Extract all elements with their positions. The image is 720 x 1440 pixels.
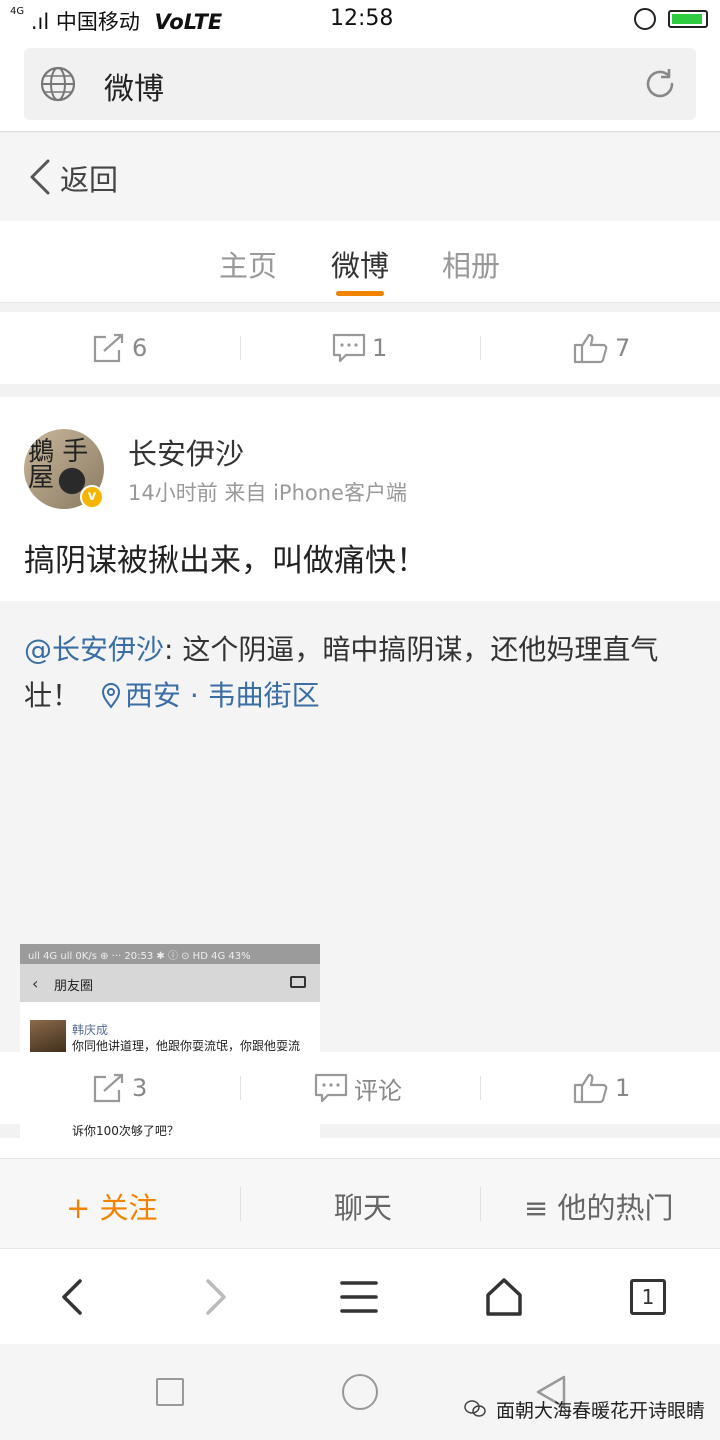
comment-button[interactable]: 评论 (314, 1052, 402, 1124)
carrier-info: 4G .ıl 中国移动 VoLTE (10, 6, 222, 36)
repost-icon (93, 1073, 124, 1103)
profile-tabs: 主页 微博 相册 (0, 221, 720, 303)
tabs-count-button[interactable]: 1 (630, 1279, 666, 1315)
status-bar: 4G .ıl 中国移动 VoLTE 12:58 (0, 0, 720, 38)
page-title: 微博 (104, 72, 164, 107)
verified-badge-icon: v (80, 485, 104, 509)
carrier-name: 中国移动 (55, 10, 140, 34)
tab-weibo[interactable]: 微博 (331, 243, 389, 285)
back-arrow-icon[interactable] (56, 1277, 88, 1317)
location-pin-icon (101, 683, 120, 709)
prev-post-actions: 6 1 7 (0, 312, 720, 384)
profile-action-bar: + 关注 聊天 ≡ 他的热门 (0, 1158, 720, 1248)
hot-posts-button[interactable]: ≡ 他的热门 (524, 1185, 674, 1227)
embedded-avatar (30, 1020, 66, 1056)
follow-button[interactable]: + 关注 (66, 1185, 158, 1227)
like-button[interactable]: 1 (573, 1052, 630, 1124)
embedded-nav-bar: ‹ 朋友圈 (20, 964, 320, 1002)
embedded-back-icon: ‹ (32, 974, 39, 993)
reload-icon[interactable] (642, 66, 678, 102)
like-count: 1 (615, 1074, 631, 1102)
post-actions: 3 评论 1 (0, 1052, 720, 1124)
embedded-author: 韩庆成 (72, 1023, 109, 1037)
volte-label: VoLTE (154, 10, 223, 34)
post-card: 鵝 手 屋 v 长安伊沙 14小时前 来自 iPhone客户端 搞阴谋被揪出来，… (0, 397, 720, 1242)
globe-icon (40, 66, 76, 102)
network-type: 4G (10, 6, 25, 17)
watermark: 面朝大海春暖花开诗眼睛 (496, 1400, 706, 1422)
battery-icon (668, 10, 708, 28)
thumbs-up-icon (573, 1073, 608, 1104)
forward-arrow-icon[interactable] (200, 1277, 232, 1317)
browser-toolbar: 1 (0, 1248, 720, 1344)
chevron-left-icon[interactable] (26, 157, 56, 197)
embedded-status-bar: ull 4G ull 0K/s ⊕ ··· 20:53 ✱ ⓘ ⊙ HD 4G … (28, 951, 251, 962)
tab-album[interactable]: 相册 (442, 243, 500, 285)
camera-icon (290, 976, 306, 988)
location-link[interactable]: 西安 · 韦曲街区 (125, 679, 320, 712)
next-card-edge (0, 1138, 720, 1158)
repost-content: @长安伊沙: 这个阴逼，暗中搞阴谋，还他妈理直气壮！ 西安 · 韦曲街区 (24, 627, 704, 719)
browser-address-bar: 微博 (0, 38, 720, 132)
system-nav-bar: 面朝大海春暖花开诗眼睛 (0, 1344, 720, 1440)
like-button[interactable]: 7 (573, 312, 630, 384)
signal-icon: .ıl (30, 10, 50, 34)
thumbs-up-icon (573, 333, 608, 364)
repost-button[interactable]: 3 (92, 1052, 147, 1124)
comment-count: 1 (372, 334, 388, 362)
chat-button[interactable]: 聊天 (334, 1185, 392, 1227)
comment-label: 评论 (354, 1076, 402, 1105)
comment-icon (314, 1073, 348, 1103)
avatar-calligraphy: 鵝 手 屋 (28, 437, 89, 493)
comment-button[interactable]: 1 (332, 312, 387, 384)
url-field[interactable]: 微博 (24, 48, 696, 120)
active-tab-indicator (336, 291, 384, 296)
wechat-icon (464, 1400, 486, 1417)
like-count: 7 (615, 334, 631, 362)
repost-count: 3 (132, 1074, 148, 1102)
back-bar: 返回 (0, 133, 720, 221)
mention-link[interactable]: @长安伊沙 (24, 633, 164, 666)
repost-block[interactable]: @长安伊沙: 这个阴逼，暗中搞阴谋，还他妈理直气壮！ 西安 · 韦曲街区 ull… (0, 601, 720, 1242)
repost-button[interactable]: 6 (92, 312, 147, 384)
post-text: 搞阴谋被揪出来，叫做痛快！ (24, 543, 427, 579)
repost-icon (93, 333, 124, 363)
comment-icon (332, 333, 366, 363)
repost-count: 6 (132, 334, 148, 362)
embedded-nav-title: 朋友圈 (54, 979, 94, 994)
tab-home[interactable]: 主页 (219, 243, 277, 285)
screen: 4G .ıl 中国移动 VoLTE 12:58 微博 返回 主页 微博 相册 6… (0, 0, 720, 1440)
rotation-lock-icon (634, 8, 656, 30)
post-meta: 14小时前 来自 iPhone客户端 (128, 481, 407, 505)
menu-icon[interactable] (340, 1277, 378, 1317)
recents-icon[interactable] (156, 1378, 184, 1406)
home-circle-icon[interactable] (342, 1374, 378, 1410)
author-name[interactable]: 长安伊沙 (128, 431, 244, 473)
home-icon[interactable] (484, 1277, 524, 1317)
back-button[interactable]: 返回 (60, 157, 118, 199)
clock: 12:58 (330, 6, 394, 31)
